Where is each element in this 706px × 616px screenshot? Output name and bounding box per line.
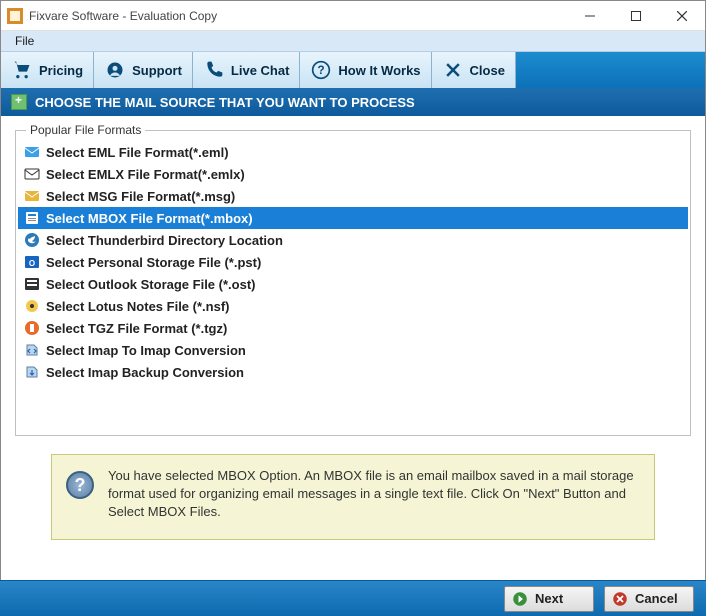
format-label: Select TGZ File Format (*.tgz) xyxy=(46,321,227,336)
toolbar: Pricing Support Live Chat ? How It Works… xyxy=(1,52,705,88)
close-label: Close xyxy=(470,63,505,78)
format-label: Select Outlook Storage File (*.ost) xyxy=(46,277,255,292)
svg-text:O: O xyxy=(29,259,35,268)
imapb-icon xyxy=(24,364,40,380)
close-button[interactable]: Close xyxy=(432,52,516,88)
format-label: Select Lotus Notes File (*.nsf) xyxy=(46,299,229,314)
titlebar: Fixvare Software - Evaluation Copy xyxy=(1,1,705,31)
cancel-label: Cancel xyxy=(635,591,678,606)
ost-icon xyxy=(24,276,40,292)
info-panel: ? You have selected MBOX Option. An MBOX… xyxy=(51,454,655,540)
format-label: Select MSG File Format(*.msg) xyxy=(46,189,235,204)
next-label: Next xyxy=(535,591,563,606)
msg-icon xyxy=(24,188,40,204)
format-item[interactable]: Select MBOX File Format(*.mbox) xyxy=(18,207,688,229)
imap-icon xyxy=(24,342,40,358)
eml-icon xyxy=(24,144,40,160)
format-item[interactable]: Select Lotus Notes File (*.nsf) xyxy=(18,295,688,317)
format-label: Select MBOX File Format(*.mbox) xyxy=(46,211,253,226)
question-icon: ? xyxy=(310,59,332,81)
window-controls xyxy=(567,1,705,31)
app-icon xyxy=(7,8,23,24)
footer: Next Cancel xyxy=(0,580,706,616)
headset-icon xyxy=(104,59,126,81)
format-label: Select Thunderbird Directory Location xyxy=(46,233,283,248)
maximize-button[interactable] xyxy=(613,1,659,31)
format-label: Select EML File Format(*.eml) xyxy=(46,145,229,160)
format-item[interactable]: Select EMLX File Format(*.emlx) xyxy=(18,163,688,185)
format-item[interactable]: O Select Personal Storage File (*.pst) xyxy=(18,251,688,273)
close-window-button[interactable] xyxy=(659,1,705,31)
phone-icon xyxy=(203,59,225,81)
format-list: Select EML File Format(*.eml) Select EMLX… xyxy=(18,141,688,383)
section-title: CHOOSE THE MAIL SOURCE THAT YOU WANT TO … xyxy=(35,95,415,110)
format-label: Select Personal Storage File (*.pst) xyxy=(46,255,261,270)
tbird-icon xyxy=(24,232,40,248)
live-chat-button[interactable]: Live Chat xyxy=(193,52,301,88)
section-header: CHOOSE THE MAIL SOURCE THAT YOU WANT TO … xyxy=(1,88,705,116)
pricing-button[interactable]: Pricing xyxy=(1,52,94,88)
work-area: Popular File Formats Select EML File For… xyxy=(1,116,705,560)
format-item[interactable]: Select MSG File Format(*.msg) xyxy=(18,185,688,207)
live-chat-label: Live Chat xyxy=(231,63,290,78)
cancel-x-icon xyxy=(611,590,629,608)
info-icon: ? xyxy=(66,471,94,499)
format-label: Select Imap Backup Conversion xyxy=(46,365,244,380)
format-item[interactable]: Select Thunderbird Directory Location xyxy=(18,229,688,251)
mbox-icon xyxy=(24,210,40,226)
format-label: Select Imap To Imap Conversion xyxy=(46,343,246,358)
window-title: Fixvare Software - Evaluation Copy xyxy=(29,9,567,23)
how-it-works-label: How It Works xyxy=(338,63,420,78)
menu-file[interactable]: File xyxy=(9,32,40,50)
format-item[interactable]: Select EML File Format(*.eml) xyxy=(18,141,688,163)
tgz-icon xyxy=(24,320,40,336)
formats-groupbox: Popular File Formats Select EML File For… xyxy=(15,130,691,436)
format-label: Select EMLX File Format(*.emlx) xyxy=(46,167,245,182)
format-item[interactable]: Select TGZ File Format (*.tgz) xyxy=(18,317,688,339)
next-arrow-icon xyxy=(511,590,529,608)
format-item[interactable]: Select Imap Backup Conversion xyxy=(18,361,688,383)
pricing-label: Pricing xyxy=(39,63,83,78)
minimize-button[interactable] xyxy=(567,1,613,31)
format-item[interactable]: Select Imap To Imap Conversion xyxy=(18,339,688,361)
svg-text:?: ? xyxy=(318,64,325,77)
next-button[interactable]: Next xyxy=(504,586,594,612)
menubar: File xyxy=(1,31,705,52)
close-icon xyxy=(442,59,464,81)
format-item[interactable]: Select Outlook Storage File (*.ost) xyxy=(18,273,688,295)
info-text: You have selected MBOX Option. An MBOX f… xyxy=(108,467,640,522)
emlx-icon xyxy=(24,166,40,182)
pst-icon: O xyxy=(24,254,40,270)
cancel-button[interactable]: Cancel xyxy=(604,586,694,612)
group-legend: Popular File Formats xyxy=(26,123,145,137)
support-button[interactable]: Support xyxy=(94,52,193,88)
nsf-icon xyxy=(24,298,40,314)
cart-icon xyxy=(11,59,33,81)
source-icon xyxy=(11,94,27,110)
support-label: Support xyxy=(132,63,182,78)
how-it-works-button[interactable]: ? How It Works xyxy=(300,52,431,88)
